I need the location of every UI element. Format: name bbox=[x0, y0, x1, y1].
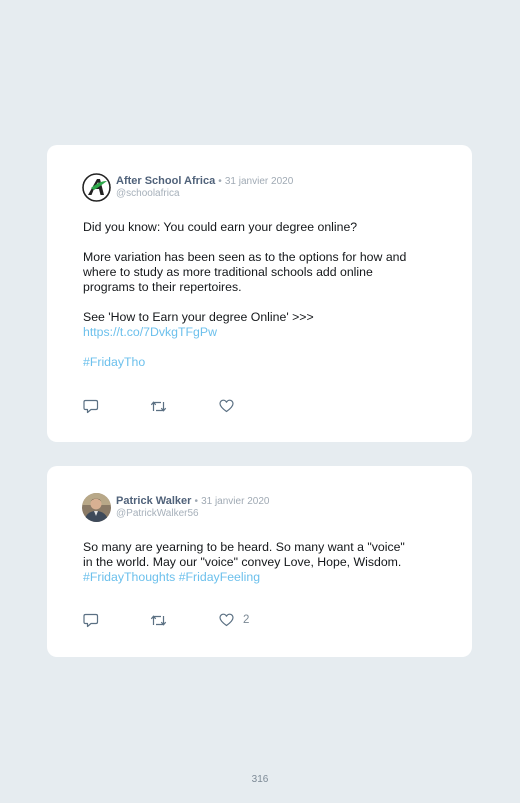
like-icon bbox=[219, 399, 234, 413]
profile-photo-icon bbox=[82, 493, 111, 522]
text-line: programs to their repertoires. bbox=[83, 280, 242, 294]
hashtag-link[interactable]: #FridayTho bbox=[83, 355, 145, 369]
tweet-card: Patrick Walker • 31 janvier 2020 @Patric… bbox=[47, 466, 472, 657]
tweet-date[interactable]: 31 janvier 2020 bbox=[225, 176, 293, 187]
reply-button[interactable] bbox=[83, 612, 99, 628]
reply-button[interactable] bbox=[83, 398, 99, 414]
hashtag-link[interactable]: #FridayThoughts bbox=[83, 570, 175, 584]
avatar[interactable] bbox=[82, 173, 111, 202]
like-button[interactable]: 2 bbox=[219, 612, 249, 628]
retweet-button[interactable] bbox=[150, 612, 167, 628]
text-line: Did you know: You could earn your degree… bbox=[83, 220, 358, 234]
author-name[interactable]: After School Africa bbox=[116, 175, 215, 187]
school-logo-icon bbox=[82, 173, 111, 202]
text-line: where to study as more traditional schoo… bbox=[83, 265, 373, 279]
like-count: 2 bbox=[243, 614, 250, 626]
separator-dot: • bbox=[194, 496, 198, 507]
tweet-card: After School Africa • 31 janvier 2020 @s… bbox=[47, 145, 472, 442]
reply-icon bbox=[83, 399, 99, 413]
reply-icon bbox=[83, 613, 99, 627]
author-line: Patrick Walker • 31 janvier 2020 bbox=[116, 495, 269, 508]
author-handle[interactable]: @PatrickWalker56 bbox=[116, 508, 199, 520]
page-number: 316 bbox=[251, 774, 269, 785]
hashtag-link[interactable]: #FridayFeeling bbox=[179, 570, 260, 584]
tweet-date[interactable]: 31 janvier 2020 bbox=[201, 496, 269, 507]
like-icon bbox=[219, 613, 234, 627]
text-line: See 'How to Earn your degree Online' >>> bbox=[83, 310, 314, 324]
text-line: in the world. May our "voice" convey Lov… bbox=[83, 555, 402, 569]
retweet-icon bbox=[150, 614, 167, 626]
author-handle[interactable]: @schoolafrica bbox=[116, 188, 180, 200]
separator-dot: • bbox=[218, 176, 222, 187]
avatar[interactable] bbox=[82, 493, 111, 522]
tweet-link[interactable]: https://t.co/7DvkgTFgPw bbox=[83, 325, 217, 339]
retweet-button[interactable] bbox=[150, 398, 167, 414]
tweet-text: So many are yearning to be heard. So man… bbox=[83, 540, 453, 585]
text-line: So many are yearning to be heard. So man… bbox=[83, 540, 405, 554]
tweet-text: Did you know: You could earn your degree… bbox=[83, 220, 453, 370]
author-line: After School Africa • 31 janvier 2020 bbox=[116, 175, 293, 188]
retweet-icon bbox=[150, 400, 167, 412]
author-name[interactable]: Patrick Walker bbox=[116, 495, 191, 507]
text-line: More variation has been seen as to the o… bbox=[83, 250, 407, 264]
like-button[interactable] bbox=[219, 398, 234, 414]
